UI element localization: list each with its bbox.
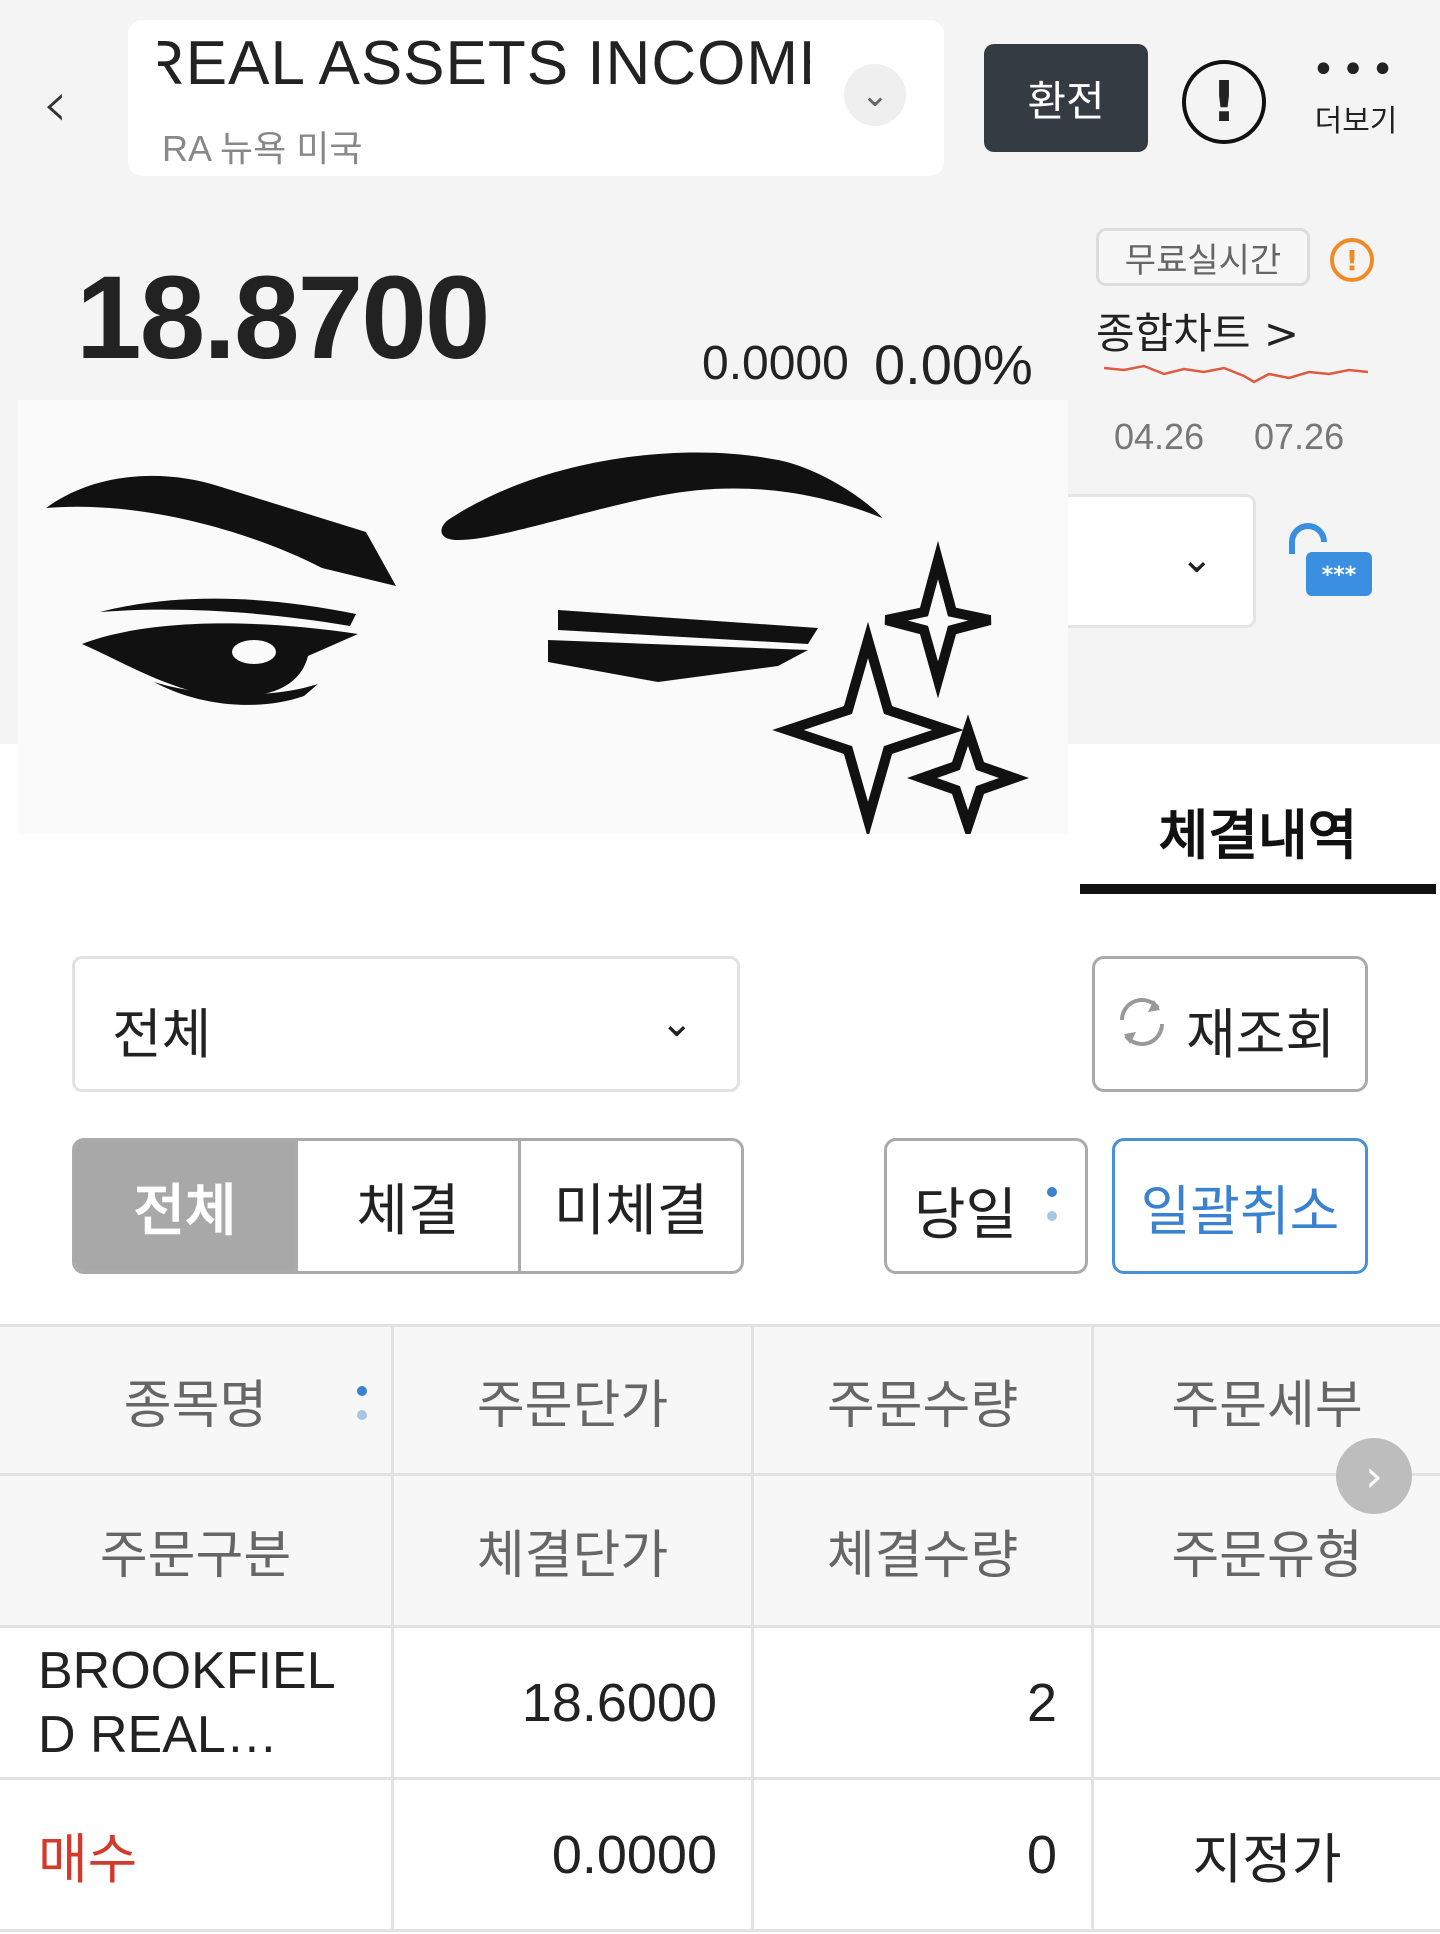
cell-order-qty: 2 <box>754 1628 1094 1780</box>
segment-all[interactable]: 전체 <box>75 1141 298 1271</box>
column-header-stock-name[interactable]: 종목명 <box>0 1327 394 1476</box>
stock-title-box[interactable]: REAL ASSETS INCOME RA 뉴욕 미국 ⌄ <box>128 20 944 176</box>
header-label: 종목명 <box>123 1376 268 1435</box>
exchange-button[interactable]: 환전 <box>984 44 1148 152</box>
cell-order-type: 지정가 <box>1094 1780 1440 1932</box>
stock-name-text: BROOKFIEL D REAL… <box>38 1641 334 1764</box>
current-price: 18.8700 <box>76 252 491 384</box>
alert-info-icon[interactable]: ! <box>1182 60 1266 144</box>
active-tab-indicator <box>1080 884 1436 894</box>
refresh-label: 재조회 <box>1186 1003 1336 1066</box>
price-change: 0.0000 <box>702 337 849 390</box>
column-header-order-side: 주문구분 <box>0 1476 394 1628</box>
kebab-icon <box>357 1386 367 1420</box>
chevron-down-icon: ⌄ <box>660 1000 694 1046</box>
cell-order-side: 매수 <box>0 1780 394 1932</box>
spark-start-date: 04.26 <box>1114 416 1205 457</box>
tab-execution-history[interactable]: 체결내역 <box>1080 780 1436 880</box>
cell-order-price: 18.6000 <box>394 1628 754 1780</box>
column-header-exec-price: 체결단가 <box>394 1476 754 1628</box>
sparkline-chart[interactable] <box>1104 360 1368 404</box>
full-chart-link[interactable]: 종합차트 > <box>1096 300 1299 361</box>
stock-name: REAL ASSETS INCOME <box>158 29 810 98</box>
column-header-order-price: 주문단가 <box>394 1327 754 1476</box>
kebab-icon <box>1047 1187 1057 1221</box>
table-header-row: 종목명 주문단가 주문수량 주문세부 <box>0 1324 1440 1476</box>
status-segmented-control: 전체 체결 미체결 <box>72 1138 744 1274</box>
spark-end-date: 07.26 <box>1254 416 1345 457</box>
more-button[interactable]: ••• 더보기 <box>1296 50 1416 150</box>
price-change-percent: 0.00% <box>874 333 1033 396</box>
segment-unexecuted[interactable]: 미체결 <box>521 1141 741 1271</box>
more-dots-icon: ••• <box>1311 47 1401 93</box>
warning-icon[interactable]: ! <box>1330 238 1374 282</box>
column-header-order-qty: 주문수량 <box>754 1327 1094 1476</box>
table-header-row: 주문구분 체결단가 체결수량 주문유형 <box>0 1476 1440 1628</box>
chevron-down-icon: ⌄ <box>1180 536 1214 582</box>
filter-select-value: 전체 <box>112 1003 212 1066</box>
refresh-icon <box>1120 998 1164 1046</box>
segment-executed[interactable]: 체결 <box>298 1141 521 1271</box>
back-chevron-icon[interactable]: ‹ <box>30 60 80 150</box>
cancel-all-button[interactable]: 일괄취소 <box>1112 1138 1368 1274</box>
table-row[interactable]: 매수 0.0000 0 지정가 <box>0 1780 1440 1932</box>
chevron-down-icon[interactable]: ⌄ <box>844 64 906 126</box>
cell-exec-price: 0.0000 <box>394 1780 754 1932</box>
cell-stock-name: BROOKFIEL D REAL… <box>0 1628 394 1780</box>
realtime-badge[interactable]: 무료실시간 <box>1096 228 1310 286</box>
eyes-sticker-image <box>18 400 1068 834</box>
cell-order-detail <box>1094 1628 1440 1780</box>
date-range-label: 당일 <box>914 1183 1018 1248</box>
password-lock-icon[interactable]: *** <box>1284 520 1376 600</box>
stock-market-info: RA 뉴욕 미국 <box>162 128 363 169</box>
chevron-right-icon[interactable]: › <box>1336 1438 1412 1514</box>
lock-mask-text: *** <box>1322 563 1357 588</box>
cell-exec-qty: 0 <box>754 1780 1094 1932</box>
column-header-exec-qty: 체결수량 <box>754 1476 1094 1628</box>
table-row[interactable]: BROOKFIEL D REAL… 18.6000 2 <box>0 1628 1440 1780</box>
more-label: 더보기 <box>1314 104 1398 139</box>
